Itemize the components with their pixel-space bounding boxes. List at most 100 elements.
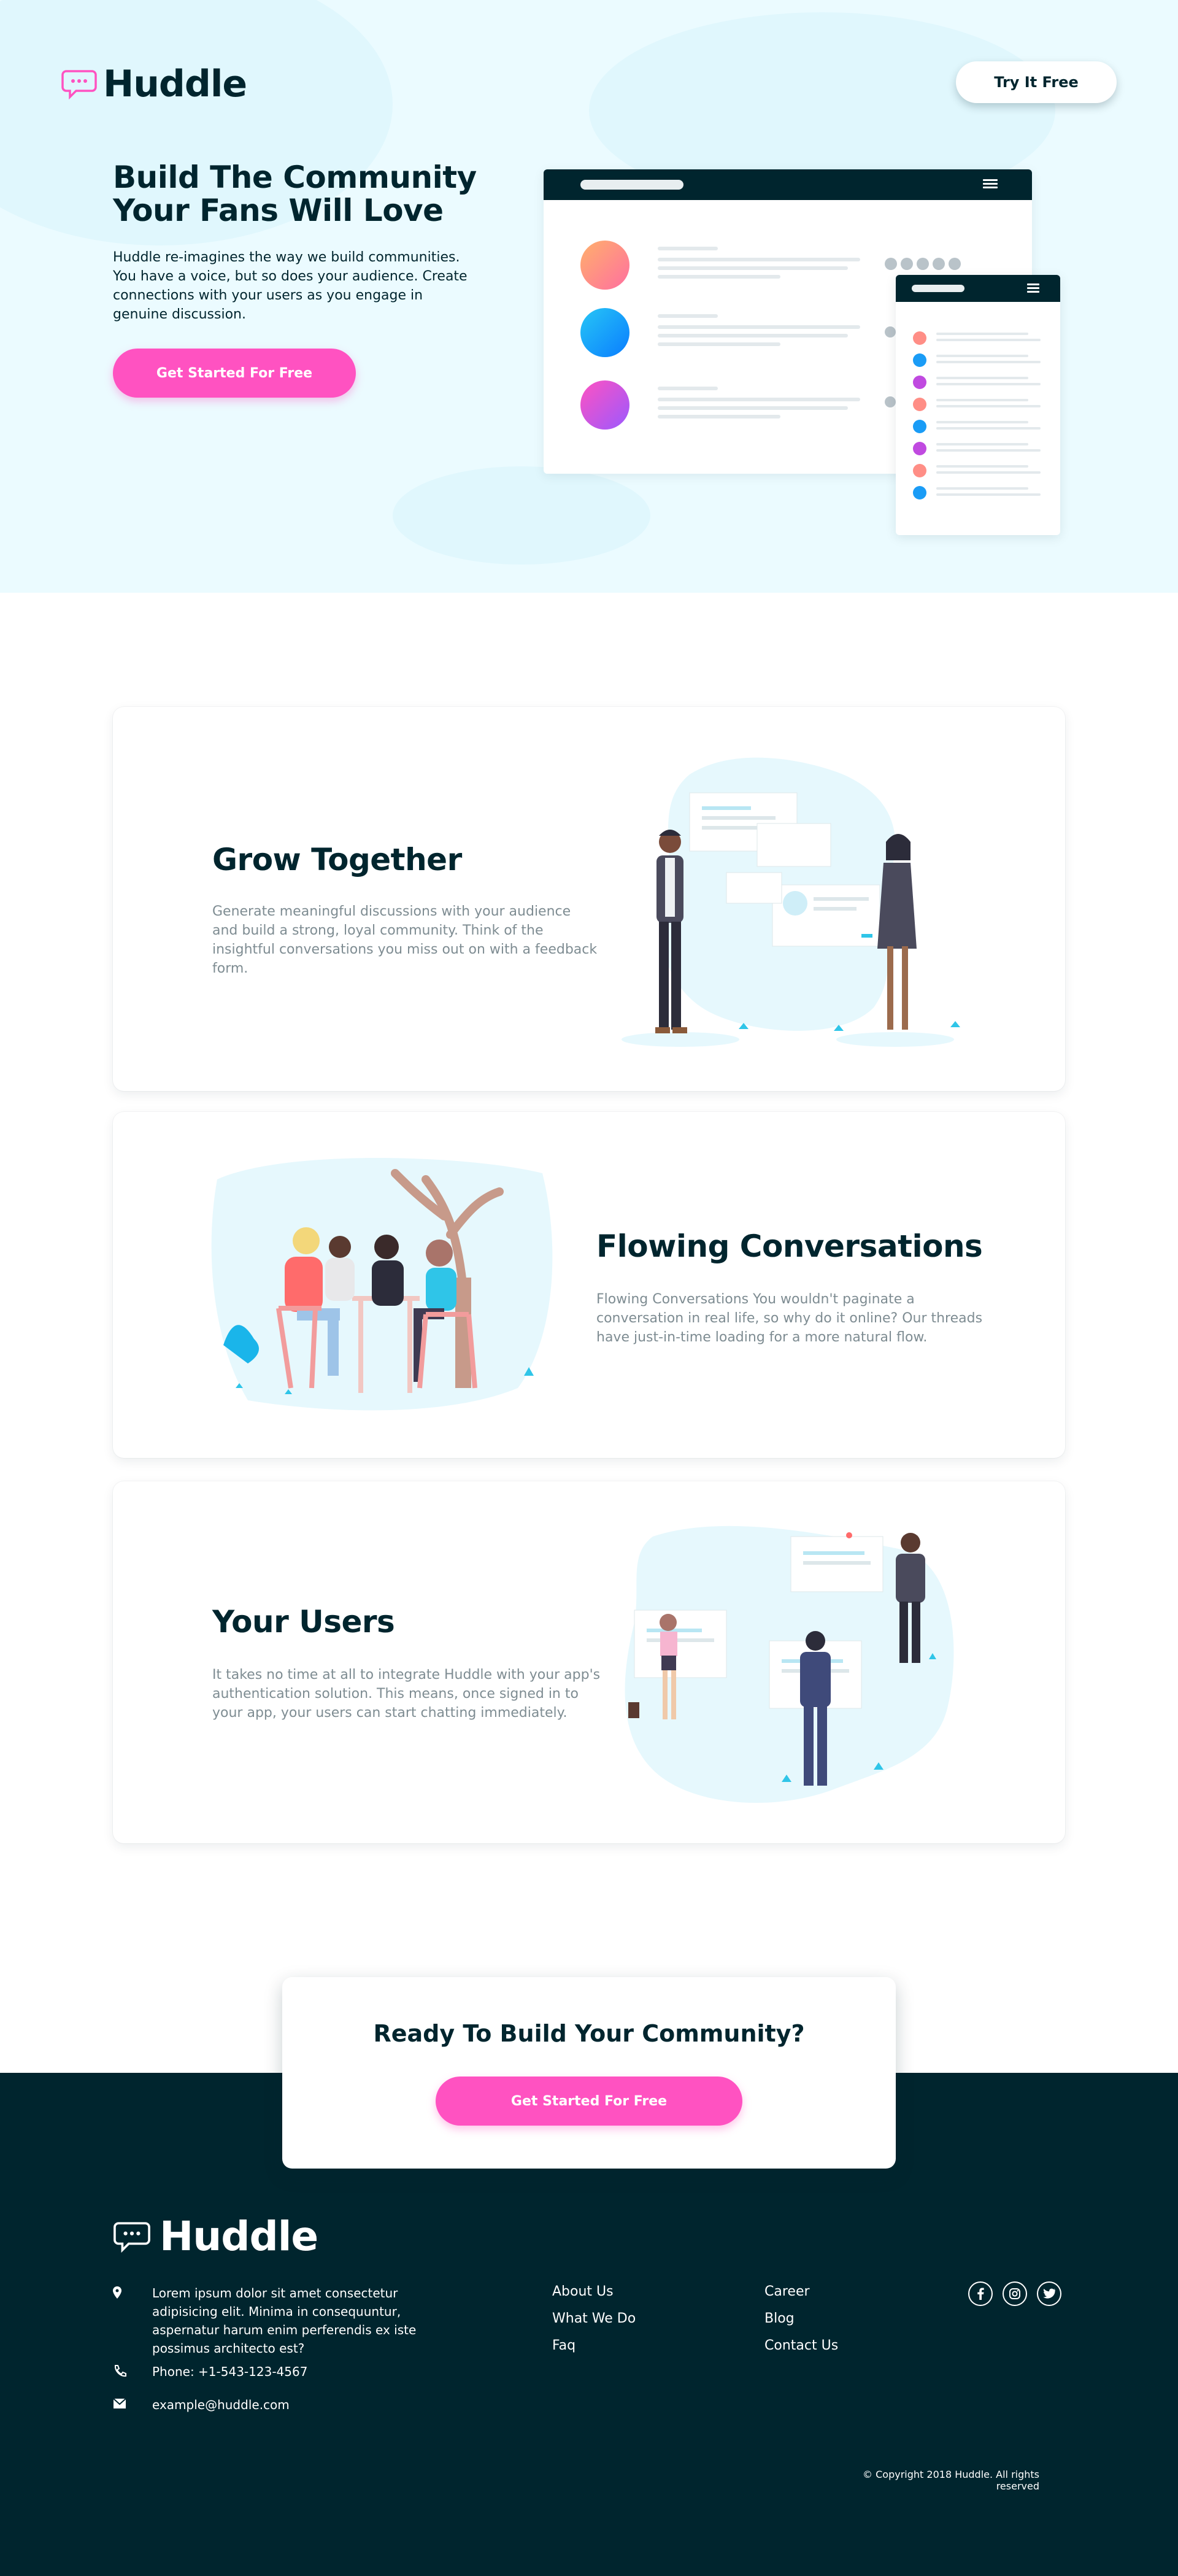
placeholder-line [658, 275, 780, 279]
placeholder-line [658, 415, 780, 418]
try-it-free-button[interactable]: Try It Free [956, 61, 1117, 103]
placeholder-line [936, 421, 1028, 423]
footer-address: Lorem ipsum dolor sit amet consectetur a… [113, 2284, 456, 2358]
logo-wordmark: Huddle [160, 2213, 318, 2260]
placeholder-line [658, 314, 718, 318]
hero-title: Build The Community Your Fans Will Love [113, 161, 506, 227]
feature-title: Flowing Conversations [596, 1228, 983, 1264]
phone-text: Phone: +1-543-123-4567 [152, 2364, 308, 2379]
email-icon [113, 2396, 139, 2414]
mockup-row [580, 308, 887, 357]
your-users-illustration [625, 1525, 954, 1803]
mobile-mockup-illustration [896, 275, 1060, 535]
mockup-row [913, 374, 1048, 389]
mockup-row [913, 418, 1048, 433]
placeholder-line [658, 387, 718, 390]
placeholder-line [658, 406, 848, 410]
phone-icon [113, 2362, 139, 2381]
flowing-conversations-illustration [211, 1158, 553, 1411]
chat-bubble-logo-icon [61, 70, 97, 99]
footer-link-blog[interactable]: Blog [764, 2311, 795, 2326]
avatar [913, 331, 926, 345]
placeholder-line [658, 266, 848, 270]
avatar [580, 380, 629, 430]
mockup-row [913, 441, 1048, 455]
logo-wordmark: Huddle [103, 63, 247, 106]
logo[interactable]: Huddle [61, 63, 247, 106]
footer-link-contact-us[interactable]: Contact Us [764, 2338, 838, 2353]
placeholder-line [936, 465, 1028, 468]
avatar [913, 398, 926, 411]
mockup-row [580, 380, 887, 430]
avatar [913, 353, 926, 367]
footer-email: example@huddle.com [113, 2396, 290, 2414]
feature-title: Your Users [212, 1604, 395, 1640]
placeholder-line [936, 443, 1028, 445]
placeholder-line [936, 449, 1041, 452]
background-shape [393, 466, 650, 565]
feature-description: It takes no time at all to integrate Hud… [212, 1667, 601, 1721]
instagram-icon[interactable] [1003, 2281, 1027, 2306]
placeholder-line [658, 325, 860, 329]
hero-title-line: Your Fans Will Love [113, 193, 444, 228]
placeholder-line [658, 398, 860, 401]
mockup-row [913, 485, 1048, 499]
mockup-row [580, 241, 887, 290]
footer-logo[interactable]: Huddle [113, 2213, 318, 2260]
mockup-titlebar [544, 169, 1032, 200]
chat-bubble-logo-icon [114, 2221, 150, 2253]
mockup-titlebar [896, 275, 1060, 302]
placeholder-line [936, 377, 1028, 379]
status-dot [885, 396, 896, 407]
mockup-row [913, 352, 1048, 367]
hero-title-line: Build The Community [113, 160, 477, 195]
footer-link-what-we-do[interactable]: What We Do [552, 2311, 636, 2326]
feature-title: Grow Together [212, 842, 462, 877]
placeholder-line [936, 399, 1028, 401]
facebook-icon[interactable] [968, 2281, 993, 2306]
avatar [913, 376, 926, 389]
placeholder-line [936, 339, 1041, 341]
cta-title: Ready To Build Your Community? [373, 2020, 805, 2047]
placeholder-line [936, 405, 1041, 407]
placeholder-line [936, 493, 1041, 496]
placeholder-line [936, 383, 1041, 385]
mockup-title-placeholder [580, 180, 683, 190]
mockup-row [913, 330, 1048, 345]
hero-description: Huddle re-imagines the way we build comm… [113, 250, 468, 322]
placeholder-line [936, 471, 1041, 474]
avatar [913, 486, 926, 499]
cta-card: Ready To Build Your Community? Get Start… [282, 1977, 896, 2169]
footer-link-about-us[interactable]: About Us [552, 2284, 614, 2299]
placeholder-line [936, 355, 1028, 357]
grow-together-illustration [622, 757, 960, 1047]
feature-description: Flowing Conversations You wouldn't pagin… [596, 1292, 983, 1345]
avatar [580, 308, 629, 357]
avatar [580, 241, 629, 290]
avatar [913, 442, 926, 455]
feature-card-flowing-conversations: Flowing Conversations Flowing Conversati… [113, 1112, 1065, 1458]
hamburger-icon [983, 179, 998, 189]
location-pin-icon [113, 2284, 139, 2358]
typing-dots [885, 258, 961, 270]
placeholder-line [658, 342, 780, 346]
address-text: Lorem ipsum dolor sit amet consectetur a… [152, 2286, 417, 2356]
mockup-row [913, 463, 1048, 477]
twitter-icon[interactable] [1037, 2281, 1061, 2306]
placeholder-line [658, 334, 848, 337]
footer-link-career[interactable]: Career [764, 2284, 810, 2299]
placeholder-line [936, 487, 1028, 490]
placeholder-line [658, 258, 860, 261]
copyright-text: © Copyright 2018 Huddle. All rights rese… [863, 2469, 1039, 2492]
email-text[interactable]: example@huddle.com [152, 2396, 290, 2414]
hero-section: Huddle Try It Free Build The Community Y… [0, 0, 1178, 593]
get-started-button[interactable]: Get Started For Free [436, 2077, 742, 2126]
get-started-button[interactable]: Get Started For Free [113, 349, 356, 398]
footer-phone: Phone: +1-543-123-4567 [113, 2362, 307, 2381]
footer-link-faq[interactable]: Faq [552, 2338, 576, 2353]
mockup-title-placeholder [912, 285, 964, 292]
placeholder-line [658, 247, 718, 250]
status-dot [885, 326, 896, 337]
hamburger-icon [1027, 283, 1039, 293]
placeholder-line [936, 333, 1028, 335]
